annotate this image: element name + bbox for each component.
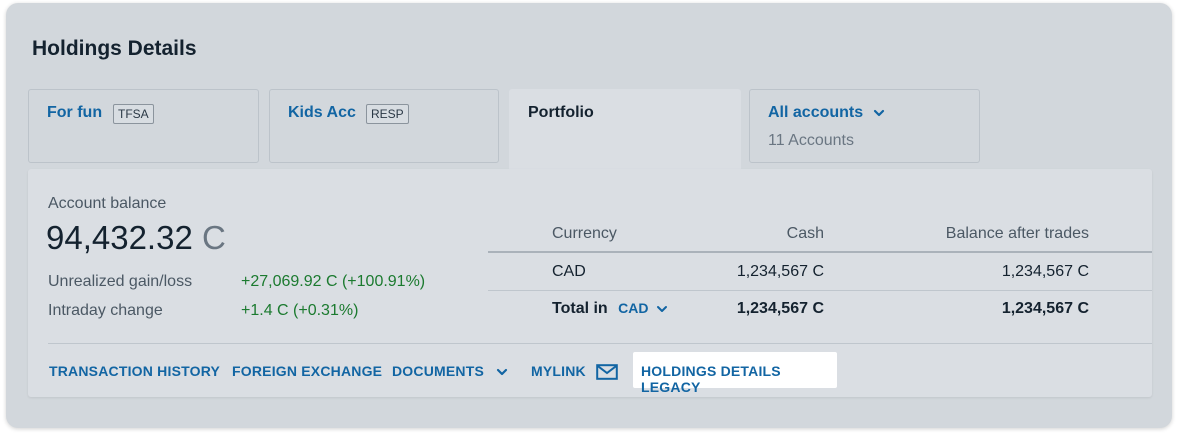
account-type-badge: TFSA (113, 104, 154, 124)
page-title: Holdings Details (32, 37, 197, 60)
total-label: Total in (552, 300, 608, 317)
mylink-link[interactable]: MYLINK (531, 363, 618, 381)
row-currency: CAD (552, 263, 586, 280)
envelope-icon (596, 364, 618, 381)
holdings-details-legacy-button[interactable]: HOLDINGS DETAILS LEGACY (633, 352, 837, 395)
holdings-details-legacy-label: HOLDINGS DETAILS LEGACY (641, 363, 781, 395)
balance-amount: 94,432.32 (46, 219, 193, 256)
accounts-count: 11 Accounts (768, 132, 854, 149)
total-currency-dropdown[interactable]: CAD (618, 300, 668, 316)
account-balance-label: Account balance (48, 195, 167, 212)
chevron-down-icon (657, 306, 668, 313)
intraday-change-value: +1.4 C (+0.31%) (241, 302, 359, 319)
all-accounts-dropdown[interactable]: All accounts (768, 104, 886, 122)
tab-kids-acc[interactable]: Kids Acc RESP (269, 89, 499, 163)
links-divider (48, 343, 1152, 344)
total-balance: 1,234,567 C (1001, 300, 1089, 317)
chevron-down-icon (873, 109, 884, 116)
tab-for-fun[interactable]: For fun TFSA (28, 89, 259, 163)
tab-label: Portfolio (528, 104, 594, 121)
account-type-badge: RESP (366, 104, 409, 124)
transaction-history-link[interactable]: TRANSACTION HISTORY (49, 363, 220, 379)
table-header-balance: Balance after trades (945, 225, 1089, 242)
foreign-exchange-link[interactable]: FOREIGN EXCHANGE (232, 363, 382, 379)
tab-label: For fun (47, 104, 103, 121)
tab-label: All accounts (768, 104, 864, 121)
balance-currency: C (201, 219, 226, 256)
intraday-change-label: Intraday change (48, 302, 163, 319)
total-row-label: Total in CAD (552, 300, 668, 318)
table-header-divider (488, 251, 1152, 253)
table-header-currency: Currency (552, 225, 617, 242)
chevron-down-icon (497, 369, 508, 376)
mylink-label: MYLINK (531, 363, 586, 379)
portfolio-panel: Account balance 94,432.32 C Unrealized g… (28, 169, 1152, 397)
row-balance: 1,234,567 C (1001, 263, 1089, 280)
tab-label: Kids Acc (288, 104, 356, 121)
table-row-divider (488, 290, 1152, 291)
tab-portfolio[interactable]: Portfolio (509, 89, 741, 179)
row-cash: 1,234,567 C (736, 263, 824, 280)
tab-all-accounts[interactable]: All accounts 11 Accounts (749, 89, 980, 163)
unrealized-gain-value: +27,069.92 C (+100.91%) (241, 273, 426, 290)
table-header-cash: Cash (786, 225, 824, 242)
documents-dropdown[interactable]: DOCUMENTS (392, 363, 508, 379)
unrealized-gain-label: Unrealized gain/loss (48, 273, 193, 290)
account-balance-value: 94,432.32 C (46, 219, 226, 257)
total-currency: CAD (618, 300, 649, 316)
total-cash: 1,234,567 C (736, 300, 824, 317)
documents-label: DOCUMENTS (392, 363, 485, 379)
holdings-details-card: Holdings Details For fun TFSA Kids Acc R… (6, 3, 1172, 428)
